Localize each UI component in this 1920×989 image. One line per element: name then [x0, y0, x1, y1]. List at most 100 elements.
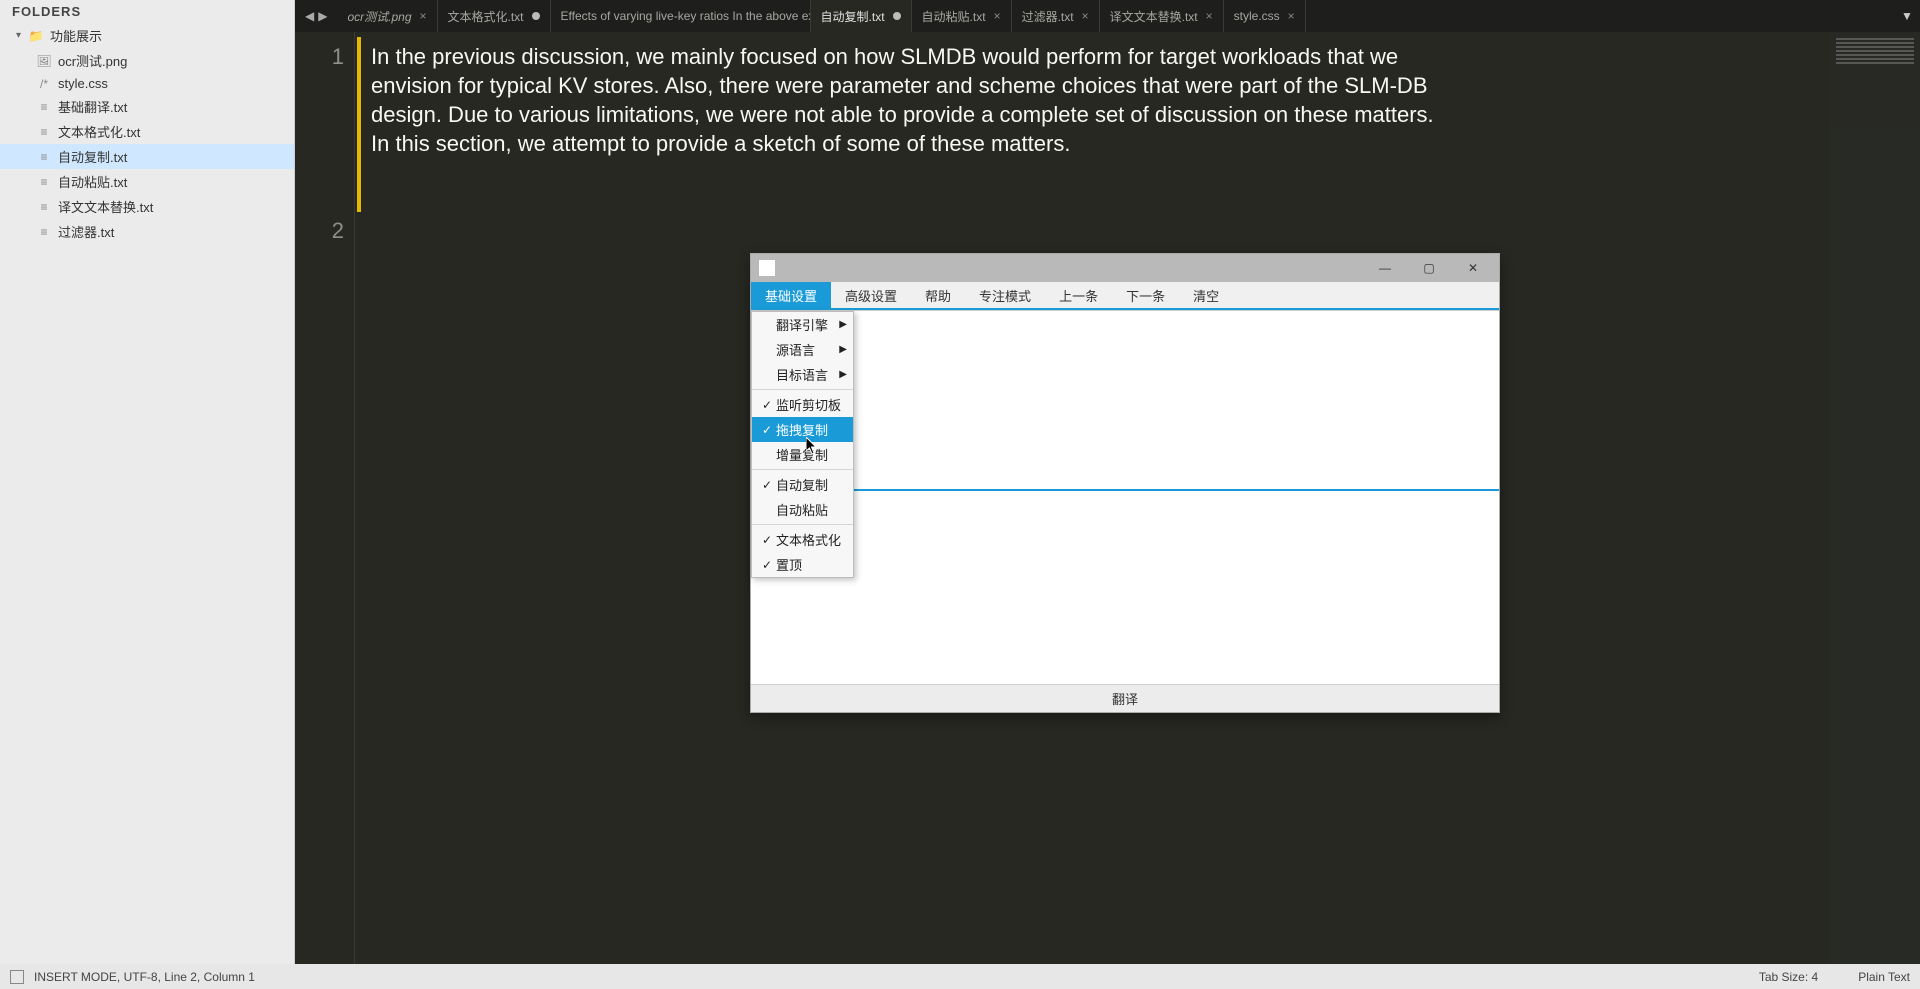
tab-close-icon[interactable]: × [994, 9, 1001, 23]
file-type-icon: ≡ [36, 150, 52, 164]
chevron-down-icon: ▾ [16, 30, 28, 41]
check-icon: ✓ [760, 533, 774, 547]
tab-overflow-chevron[interactable]: ▼ [1894, 0, 1920, 32]
folder-root[interactable]: ▾ 📁 功能展示 [0, 23, 294, 48]
file-item[interactable]: /*style.css [0, 73, 294, 94]
status-tab-size[interactable]: Tab Size: 4 [1759, 970, 1818, 984]
file-label: 过滤器.txt [58, 222, 114, 241]
status-text[interactable]: INSERT MODE, UTF-8, Line 2, Column 1 [34, 970, 255, 984]
tab-label: 译文文本替换.txt [1110, 8, 1198, 25]
tab[interactable]: 过滤器.txt × [1012, 0, 1100, 32]
nav-back-icon[interactable]: ◀ [305, 9, 314, 23]
line-number: 1 [295, 42, 344, 71]
dropdown-item[interactable]: 目标语言 ▶ [752, 362, 853, 387]
menu-item[interactable]: 专注模式 [965, 282, 1045, 308]
file-type-icon: 🖼 [36, 54, 52, 68]
minimap[interactable] [1830, 32, 1920, 964]
file-label: ocr测试.png [58, 51, 127, 70]
check-icon: ✓ [760, 558, 774, 572]
dropdown-item[interactable]: 自动粘贴 [752, 497, 853, 522]
tab-label: style.css [1234, 9, 1280, 23]
check-icon: ✓ [760, 478, 774, 492]
line-number: 2 [295, 216, 344, 245]
dropdown-item[interactable]: 源语言▶ [752, 337, 853, 362]
popup-body: 翻译引擎▶源语言▶目标语言▶✓监听剪切板✓拖拽复制增量复制✓自动复制自动粘贴✓文… [751, 310, 1499, 712]
tab-label: 自动复制.txt [821, 8, 885, 25]
file-item[interactable]: 🖼 ocr测试.png [0, 48, 294, 73]
submenu-arrow-icon: ▶ [839, 344, 847, 355]
check-icon: ✓ [760, 398, 774, 412]
app-icon [759, 260, 775, 276]
dropdown-label: 目标语言 [776, 365, 828, 384]
file-label: 文本格式化.txt [58, 122, 140, 141]
submenu-arrow-icon: ▶ [839, 319, 847, 330]
menu-separator [752, 389, 853, 390]
tab-bar: ◀ ▶ ocr测试.png×文本格式化.txt Effects of varyin… [295, 0, 1920, 32]
menu-item[interactable]: 高级设置 [831, 282, 911, 308]
file-item[interactable]: ≡自动复制.txt [0, 144, 294, 169]
tab-close-icon[interactable]: × [1288, 9, 1295, 23]
tab-label: 自动粘贴.txt [922, 8, 986, 25]
file-type-icon: ≡ [36, 125, 52, 139]
file-item[interactable]: ≡译文文本替换.txt [0, 194, 294, 219]
window-minimize-button[interactable]: — [1363, 254, 1407, 282]
menu-item[interactable]: 下一条 [1112, 282, 1179, 308]
tab[interactable]: ocr测试.png× [337, 0, 437, 32]
folder-label: 功能展示 [50, 26, 102, 45]
menu-separator [752, 524, 853, 525]
nav-forward-icon[interactable]: ▶ [318, 9, 327, 23]
dropdown-label: 自动复制 [776, 475, 828, 494]
modified-indicator [357, 37, 361, 212]
tab-label: Effects of varying live-key ratios In th… [561, 9, 811, 23]
file-item[interactable]: ≡基础翻译.txt [0, 94, 294, 119]
submenu-arrow-icon: ▶ [839, 369, 847, 380]
dropdown-label: 自动粘贴 [776, 500, 828, 519]
dropdown-label: 监听剪切板 [776, 395, 841, 414]
tab[interactable]: style.css × [1224, 0, 1306, 32]
output-divider [751, 489, 1499, 491]
dropdown-item[interactable]: 翻译引擎 ▶ [752, 312, 853, 337]
dirty-indicator-icon [893, 12, 901, 20]
file-type-icon: ≡ [36, 225, 52, 239]
dropdown-item[interactable]: ✓置顶 [752, 552, 853, 577]
file-label: style.css [58, 76, 108, 91]
menu-item[interactable]: 基础设置 [751, 282, 831, 308]
dropdown-item[interactable]: ✓监听剪切板 [752, 392, 853, 417]
dropdown-item[interactable]: ✓拖拽复制 [752, 417, 853, 442]
file-label: 自动粘贴.txt [58, 172, 127, 191]
tab[interactable]: Effects of varying live-key ratios In th… [551, 0, 811, 32]
settings-dropdown: 翻译引擎▶源语言▶目标语言▶✓监听剪切板✓拖拽复制增量复制✓自动复制自动粘贴✓文… [751, 311, 854, 578]
file-item[interactable]: ≡ 自动粘贴.txt [0, 169, 294, 194]
status-syntax[interactable]: Plain Text [1858, 970, 1910, 984]
window-close-button[interactable]: ✕ [1451, 254, 1495, 282]
tab[interactable]: 自动粘贴.txt × [912, 0, 1012, 32]
dropdown-item[interactable]: ✓文本格式化 [752, 527, 853, 552]
file-type-icon: ≡ [36, 175, 52, 189]
tab[interactable]: 译文文本替换.txt × [1100, 0, 1224, 32]
menu-item[interactable]: 清空 [1179, 282, 1233, 308]
tab[interactable]: 文本格式化.txt [438, 0, 551, 32]
menu-item[interactable]: 帮助 [911, 282, 965, 308]
window-maximize-button[interactable]: ▢ [1407, 254, 1451, 282]
dropdown-item[interactable]: 增量复制 [752, 442, 853, 467]
dropdown-label: 翻译引擎 [776, 315, 828, 334]
sidebar: FOLDERS ▾ 📁 功能展示 🖼ocr测试.png/*style.css≡基… [0, 0, 295, 964]
dropdown-item[interactable]: ✓自动复制 [752, 472, 853, 497]
tab-close-icon[interactable]: × [1082, 9, 1089, 23]
menu-item[interactable]: 上一条 [1045, 282, 1112, 308]
file-item[interactable]: ≡ 文本格式化.txt [0, 119, 294, 144]
window-titlebar[interactable]: — ▢ ✕ [751, 254, 1499, 282]
tab-close-icon[interactable]: × [420, 9, 427, 23]
translator-window: — ▢ ✕ 基础设置高级设置帮助专注模式上一条下一条清空 翻译引擎▶源语言▶目标… [750, 253, 1500, 713]
tab[interactable]: 自动复制.txt [811, 0, 912, 32]
status-bar: INSERT MODE, UTF-8, Line 2, Column 1 Tab… [0, 964, 1920, 989]
popup-menubar: 基础设置高级设置帮助专注模式上一条下一条清空 [751, 282, 1499, 310]
tab-close-icon[interactable]: × [1206, 9, 1213, 23]
file-type-icon: ≡ [36, 100, 52, 114]
menu-separator [752, 469, 853, 470]
tab-label: 过滤器.txt [1022, 8, 1074, 25]
status-icon[interactable] [10, 970, 24, 984]
file-item[interactable]: ≡ 过滤器.txt [0, 219, 294, 244]
dirty-indicator-icon [532, 12, 540, 20]
translate-button[interactable]: 翻译 [751, 684, 1499, 712]
